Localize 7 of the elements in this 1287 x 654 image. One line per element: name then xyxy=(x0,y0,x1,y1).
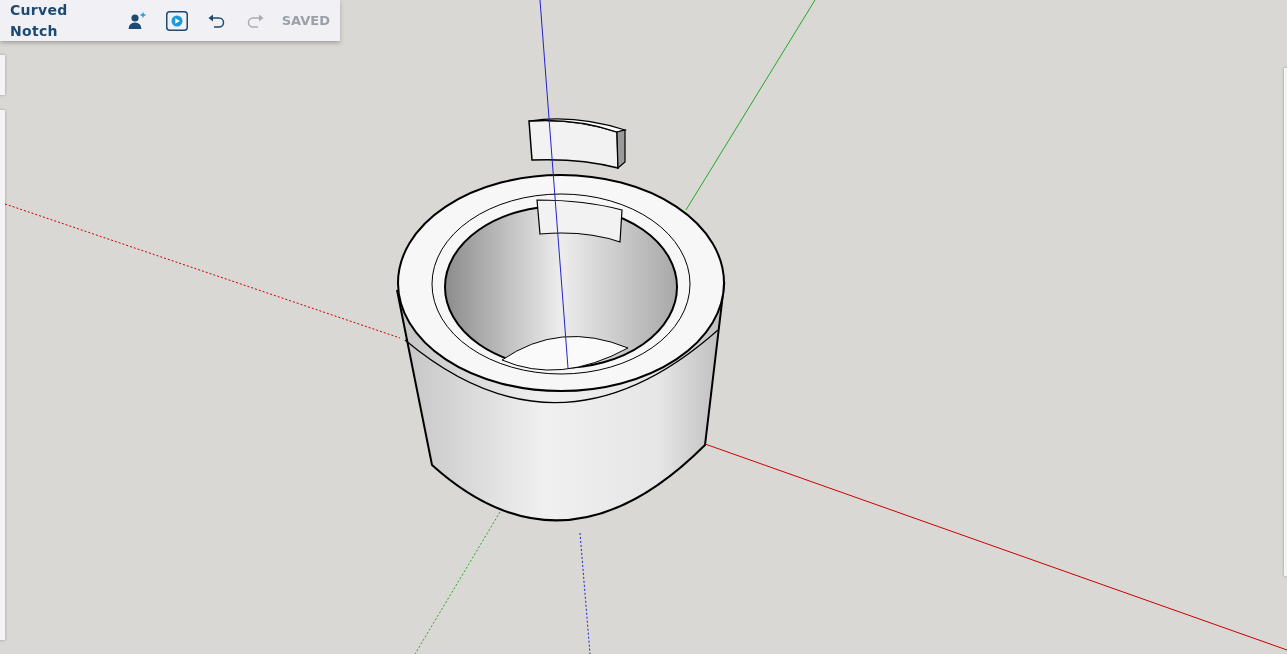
undo-icon xyxy=(207,12,226,29)
user-add-icon xyxy=(127,11,146,30)
save-status: SAVED xyxy=(281,11,330,30)
document-title: Curved Notch xyxy=(10,0,69,41)
play-icon xyxy=(165,10,188,31)
redo-icon xyxy=(245,12,264,29)
present-button[interactable] xyxy=(163,8,190,33)
